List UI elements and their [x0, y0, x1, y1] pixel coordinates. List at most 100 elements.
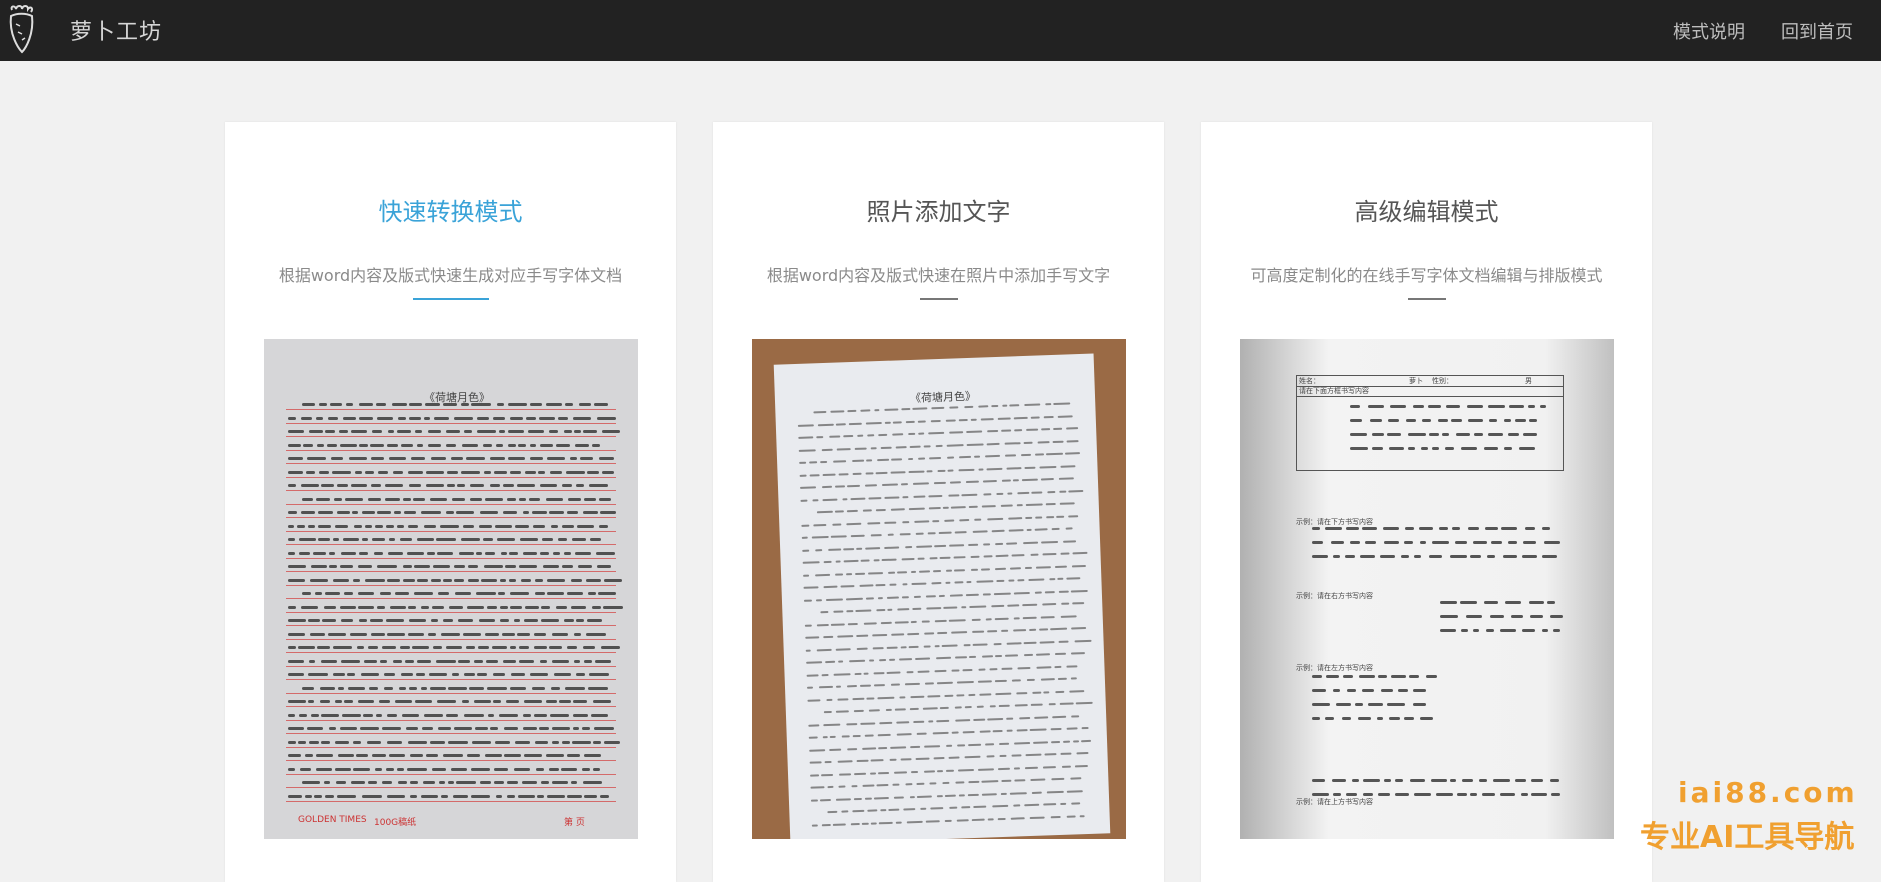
handwriting-stroke — [945, 794, 957, 797]
handwriting-stroke — [1040, 615, 1055, 619]
handwriting-stroke — [1028, 578, 1045, 581]
handwriting-stroke — [1000, 504, 1013, 507]
handwriting-stroke — [603, 740, 621, 744]
mode-card-quick-convert[interactable]: 快速转换模式 根据word内容及版式快速生成对应手写字体文档 《荷塘月色》 GO… — [225, 122, 676, 882]
handwriting-stroke — [988, 667, 998, 670]
handwriting-stroke — [1012, 479, 1020, 482]
mode-card-photo-text[interactable]: 照片添加文字 根据word内容及版式快速在照片中添加手写文字 《荷塘月色》 — [713, 122, 1164, 882]
handwriting-stroke — [1484, 601, 1498, 604]
handwriting-stroke — [481, 578, 497, 582]
nav-mode-help[interactable]: 模式说明 — [1673, 18, 1745, 44]
handwriting-stroke — [838, 772, 852, 776]
handwriting-stroke — [936, 794, 944, 797]
handwriting-stroke — [409, 781, 418, 784]
handwriting-stroke — [1013, 591, 1030, 595]
photo-sample-image[interactable]: 《荷塘月色》 — [752, 339, 1126, 839]
handwriting-stroke — [404, 511, 417, 514]
handwriting-stroke — [452, 497, 465, 501]
handwriting-stroke — [1523, 433, 1538, 436]
handwriting-stroke — [931, 581, 942, 585]
handwriting-stroke — [1370, 419, 1382, 422]
card-title[interactable]: 照片添加文字 — [713, 192, 1164, 227]
nav-home[interactable]: 回到首页 — [1781, 18, 1853, 44]
handwriting-stroke — [570, 605, 587, 609]
mode-card-advanced-edit[interactable]: 高级编辑模式 可高度定制化的在线手写字体文档编辑与排版模式 姓名： 萝卜 性别：… — [1201, 122, 1652, 882]
handwriting-stroke — [913, 495, 926, 498]
handwriting-stroke — [870, 759, 884, 762]
handwriting-stroke — [451, 457, 464, 460]
handwriting-stroke — [949, 618, 967, 622]
handwriting-stroke — [1450, 419, 1462, 422]
handwriting-stroke — [820, 460, 828, 464]
handwriting-stroke — [835, 797, 852, 801]
handwriting-stroke — [468, 686, 485, 690]
handwriting-stroke — [1360, 555, 1375, 558]
handwriting-stroke — [826, 597, 844, 601]
handwriting-stroke — [813, 410, 827, 414]
handwriting-stroke — [1409, 675, 1419, 678]
handwriting-stroke — [584, 659, 593, 663]
card-title[interactable]: 快速转换模式 — [225, 192, 676, 227]
handwriting-stroke — [340, 551, 356, 555]
handwriting-stroke — [448, 740, 469, 744]
handwriting-stroke — [944, 519, 954, 522]
handwriting-stroke — [315, 754, 333, 757]
handwriting-stroke — [1042, 803, 1057, 806]
handwriting-stroke — [1460, 629, 1469, 632]
handwriting-stroke — [305, 754, 313, 757]
handwriting-stroke — [1042, 765, 1057, 769]
handwriting-stroke — [1004, 441, 1021, 445]
handwriting-stroke — [960, 606, 967, 609]
handwriting-stroke — [553, 551, 561, 555]
brand-name[interactable]: 萝卜工坊 — [70, 14, 162, 46]
handwriting-stroke — [396, 767, 405, 771]
handwriting-stroke — [363, 713, 374, 717]
handwriting-stroke — [410, 794, 417, 798]
handwriting-stroke — [315, 416, 323, 420]
handwriting-sample-image[interactable]: 《荷塘月色》 GOLDEN TIMES 100G稿纸 第 页 — [264, 339, 638, 839]
handwriting-stroke — [355, 754, 369, 757]
handwriting-stroke — [432, 646, 442, 649]
card-title[interactable]: 高级编辑模式 — [1201, 192, 1652, 227]
handwriting-stroke — [507, 403, 528, 406]
handwriting-stroke — [557, 416, 568, 420]
handwriting-stroke — [340, 619, 353, 622]
handwriting-stroke — [288, 605, 296, 609]
handwriting-stroke — [808, 736, 819, 739]
handwriting-stroke — [856, 547, 863, 550]
handwriting-stroke — [524, 754, 542, 757]
handwriting-stroke — [1539, 405, 1547, 408]
handwriting-stroke — [833, 672, 851, 676]
handwriting-stroke — [524, 605, 540, 609]
divider — [919, 298, 958, 300]
paper-footer-right: 第 页 — [564, 818, 585, 828]
handwriting-stroke — [852, 459, 864, 463]
handwriting-stroke — [382, 646, 396, 649]
handwriting-stroke — [1431, 779, 1447, 782]
handwriting-stroke — [889, 583, 897, 586]
handwriting-stroke — [997, 767, 1011, 770]
ruled-line — [286, 409, 616, 410]
handwriting-stroke — [1046, 515, 1054, 518]
handwriting-stroke — [865, 459, 873, 462]
handwriting-stroke — [473, 659, 484, 663]
handwriting-stroke — [899, 658, 912, 661]
handwriting-stroke — [1350, 405, 1361, 408]
handwriting-stroke — [1006, 717, 1014, 720]
handwriting-stroke — [533, 632, 547, 636]
handwriting-stroke — [572, 740, 591, 744]
handwriting-stroke — [1514, 779, 1527, 782]
handwriting-stroke — [902, 583, 908, 586]
handwriting-stroke — [1350, 433, 1367, 436]
handwriting-stroke — [376, 713, 383, 717]
divider — [1407, 298, 1446, 300]
handwriting-stroke — [1403, 717, 1414, 720]
handwriting-stroke — [387, 713, 397, 717]
handwriting-stroke — [908, 432, 916, 436]
handwriting-stroke — [1358, 717, 1372, 720]
handwriting-stroke — [992, 804, 1009, 808]
handwriting-stroke — [409, 484, 421, 487]
radish-logo-icon[interactable] — [6, 4, 38, 54]
handwriting-stroke — [982, 542, 991, 546]
advanced-sample-image[interactable]: 姓名： 萝卜 性别： 男 请在下面方框书写内容 示例：请在下方书写内容 示例：请… — [1240, 339, 1614, 839]
